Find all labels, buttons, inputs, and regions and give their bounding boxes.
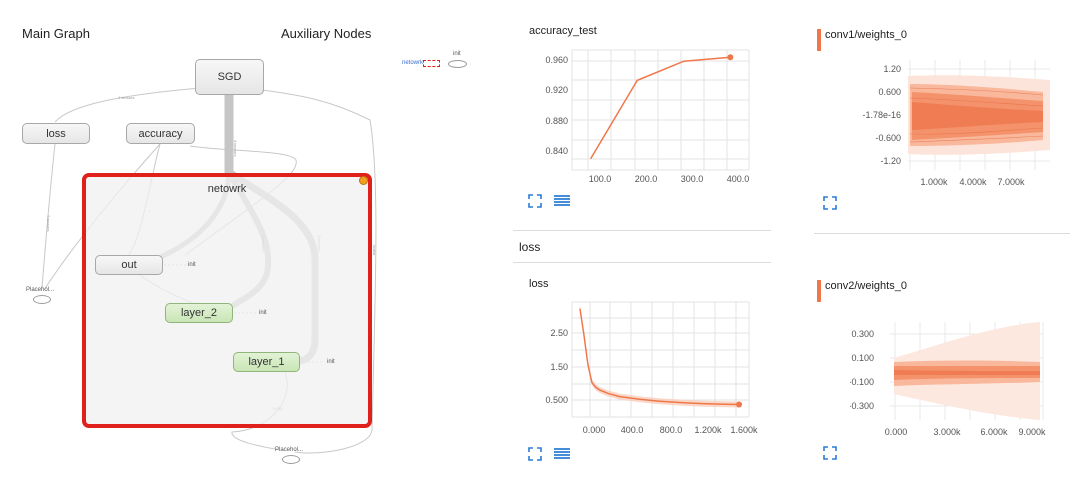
acc-y-tick: 0.960 <box>545 55 568 65</box>
svg-text:? tensors: ? tensors <box>46 215 51 231</box>
conv1-y-tick: 0.600 <box>878 87 901 97</box>
placeholder-left-node[interactable] <box>33 295 51 304</box>
conv1-x-tick: 1.000k <box>920 177 948 187</box>
data-table-icon[interactable] <box>554 447 570 461</box>
out-node-label: out <box>121 259 137 271</box>
acc-x-tick: 400.0 <box>727 174 750 184</box>
loss-y-tick: 1.50 <box>550 362 568 372</box>
conv2-x-tick: 9.000k <box>1018 427 1046 437</box>
accuracy-node[interactable]: accuracy <box>126 123 195 144</box>
series-last-point <box>736 401 743 408</box>
accuracy-test-title: accuracy_test <box>529 25 597 37</box>
conv1-y-tick: 1.20 <box>883 64 901 74</box>
conv2-x-tick: 0.000 <box>885 427 908 437</box>
conv1-y-tick: -0.600 <box>875 133 901 143</box>
conv1-weights-title: conv1/weights_0 <box>825 29 907 41</box>
fullscreen-icon[interactable] <box>528 447 542 461</box>
conv2-x-tick: 3.000k <box>933 427 961 437</box>
loss-x-tick: 1.200k <box>694 425 722 435</box>
out-node[interactable]: out <box>95 255 163 275</box>
network-cluster[interactable]: netowrk <box>82 173 372 428</box>
out-init-label: init <box>188 262 196 268</box>
series-last-point <box>727 54 734 61</box>
conv1-x-tick: 4.000k <box>959 177 987 187</box>
fullscreen-icon[interactable] <box>528 194 542 208</box>
svg-text:4 tensors: 4 tensors <box>118 95 134 100</box>
loss-x-tick: 800.0 <box>660 425 683 435</box>
loss-node[interactable]: loss <box>22 123 90 144</box>
conv2-y-tick: 0.100 <box>851 353 874 363</box>
placeholder-bottom-label: Placehol... <box>275 447 304 453</box>
loss-y-tick: 2.50 <box>550 328 568 338</box>
loss-x-tick: 400.0 <box>621 425 644 435</box>
conv2-histogram-chart: 0.300 0.100 -0.100 -0.300 0.000 3.000k 6… <box>850 322 1046 437</box>
acc-y-tick: 0.840 <box>545 146 568 156</box>
conv2-x-tick: 6.000k <box>980 427 1008 437</box>
conv2-accent-bar <box>817 280 821 302</box>
aux-init-label: init <box>453 51 461 57</box>
conv2-y-tick: 0.300 <box>851 329 874 339</box>
layer-1-init-label: init <box>327 359 335 365</box>
network-cluster-label: netowrk <box>207 183 247 195</box>
aux-init-node[interactable] <box>448 60 467 68</box>
loss-x-tick: 0.000 <box>583 425 606 435</box>
sgd-node-label: SGD <box>217 71 242 83</box>
series-line <box>589 56 731 160</box>
conv2-weights-title: conv2/weights_0 <box>825 280 907 292</box>
accuracy-test-chart: 0.960 0.920 0.880 0.840 100.0 200.0 300.… <box>545 49 750 184</box>
layer-2-node[interactable]: layer_2 <box>165 303 233 323</box>
data-table-icon[interactable] <box>554 194 570 208</box>
layer-1-node-label: layer_1 <box>248 356 285 368</box>
conv2-y-tick: -0.300 <box>850 401 874 411</box>
conv1-y-tick: -1.78e-16 <box>862 110 901 120</box>
accuracy-node-label: accuracy <box>138 127 183 140</box>
svg-text:4 tensors: 4 tensors <box>233 140 238 156</box>
acc-y-tick: 0.880 <box>545 116 568 126</box>
acc-x-tick: 100.0 <box>589 174 612 184</box>
acc-x-tick: 300.0 <box>681 174 704 184</box>
loss-chart: 2.50 1.50 0.500 0.000 400.0 800.0 1.200k… <box>545 301 758 435</box>
placeholder-bottom-node[interactable] <box>282 455 300 464</box>
aux-network-node[interactable] <box>423 60 440 67</box>
conv1-x-tick: 7.000k <box>997 177 1025 187</box>
loss-y-tick: 0.500 <box>545 395 568 405</box>
aux-network-label: netowrk <box>402 60 424 66</box>
fullscreen-icon[interactable] <box>823 196 837 210</box>
accuracy-grid <box>571 49 750 171</box>
acc-x-tick: 200.0 <box>635 174 658 184</box>
expand-cluster-icon[interactable] <box>359 176 368 185</box>
sgd-node[interactable]: SGD <box>195 59 264 95</box>
acc-y-tick: 0.920 <box>545 85 568 95</box>
conv1-accent-bar <box>817 29 821 51</box>
loss-section-title[interactable]: loss <box>519 240 540 254</box>
svg-text:scalar: scalar <box>372 245 377 256</box>
fullscreen-icon[interactable] <box>823 446 837 460</box>
section-divider <box>513 230 771 231</box>
section-divider <box>814 233 1070 234</box>
loss-chart-title: loss <box>529 278 549 290</box>
layer-1-node[interactable]: layer_1 <box>233 352 300 372</box>
loss-node-label: loss <box>46 127 66 140</box>
layer-2-init-label: init <box>259 310 267 316</box>
conv1-y-tick: -1.20 <box>880 156 901 166</box>
placeholder-left-label: Placehol... <box>26 287 55 293</box>
layer-2-node-label: layer_2 <box>180 307 218 319</box>
section-divider <box>513 262 771 263</box>
conv2-y-tick: -0.100 <box>850 377 874 387</box>
conv1-histogram-chart: 1.20 0.600 -1.78e-16 -0.600 -1.20 1.000k… <box>862 60 1050 187</box>
loss-x-tick: 1.600k <box>730 425 758 435</box>
